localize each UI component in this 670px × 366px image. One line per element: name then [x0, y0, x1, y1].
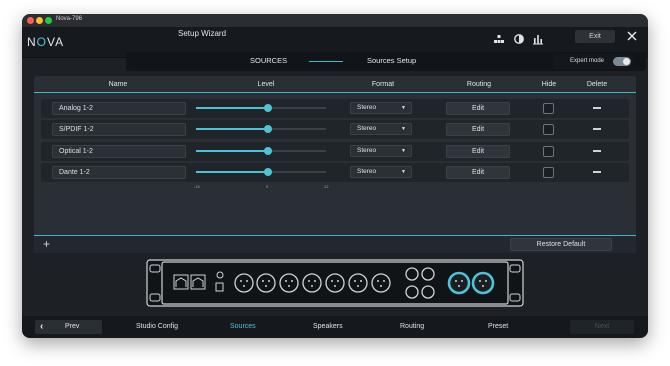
subnav-sources-setup[interactable]: Sources Setup	[367, 56, 416, 65]
wizard-footer: ‹ Prev Studio Config Sources Speakers Ro…	[22, 316, 648, 338]
table-row: Dante 1-2 -15 0 12 Stereo ▼ Edit	[41, 163, 629, 189]
format-value: Stereo	[357, 168, 377, 175]
delete-button[interactable]	[593, 128, 601, 130]
format-select[interactable]: Stereo ▼	[350, 166, 412, 178]
format-select[interactable]: Stereo ▼	[350, 123, 412, 135]
close-window-button[interactable]	[27, 17, 34, 24]
level-slider-thumb[interactable]	[264, 104, 273, 112]
window-title: Nova-796	[56, 16, 83, 22]
next-button[interactable]: Next	[570, 320, 634, 334]
routing-edit-button[interactable]: Edit	[446, 123, 510, 136]
zoom-window-button[interactable]	[45, 17, 52, 24]
hide-checkbox[interactable]	[543, 103, 554, 114]
format-value: Stereo	[357, 104, 377, 111]
level-slider[interactable]: -15 0 12	[194, 147, 328, 168]
hide-checkbox[interactable]	[543, 124, 554, 135]
dropdown-caret-icon: ▼	[401, 169, 406, 175]
source-name-field[interactable]: S/PDIF 1-2	[52, 123, 186, 136]
level-slider[interactable]: -15 0 12	[194, 104, 328, 125]
app-window: Nova-796 NOVA Setup Wizard Exit SOURCES …	[22, 14, 648, 338]
restore-default-button[interactable]: Restore Default	[510, 238, 612, 251]
add-source-button[interactable]: +	[43, 237, 50, 251]
source-name-field[interactable]: Analog 1-2	[52, 102, 186, 115]
source-name-field[interactable]: Optical 1-2	[52, 145, 186, 158]
delete-button[interactable]	[593, 107, 601, 109]
step-routing[interactable]: Routing	[400, 323, 424, 330]
level-slider-thumb[interactable]	[264, 125, 273, 133]
routing-edit-button[interactable]: Edit	[446, 145, 510, 158]
levels-icon[interactable]	[532, 33, 544, 45]
dropdown-caret-icon: ▼	[401, 148, 406, 154]
network-icon[interactable]	[493, 33, 505, 45]
level-slider-fill	[196, 150, 269, 152]
prev-label: Prev	[65, 323, 80, 330]
format-value: Stereo	[357, 125, 377, 132]
table-footer: + Restore Default	[34, 235, 636, 253]
table-row: Optical 1-2 -15 0 12 Stereo ▼ Edit	[41, 142, 629, 168]
brightness-icon[interactable]	[513, 33, 525, 45]
routing-edit-button[interactable]: Edit	[446, 102, 510, 115]
delete-button[interactable]	[593, 150, 601, 152]
header-hide: Hide	[541, 81, 557, 88]
expert-mode-control: Expert mode	[553, 54, 633, 69]
dropdown-caret-icon: ▼	[401, 105, 406, 111]
device-rear-panel	[146, 259, 524, 307]
hide-checkbox[interactable]	[543, 167, 554, 178]
subnav-sources[interactable]: SOURCES	[250, 56, 287, 65]
hide-checkbox[interactable]	[543, 146, 554, 157]
level-mid-tick: 0	[266, 184, 269, 189]
chevron-left-icon: ‹	[40, 321, 44, 332]
level-max-tick: 12	[324, 184, 329, 189]
dropdown-caret-icon: ▼	[401, 126, 406, 132]
minimize-window-button[interactable]	[36, 17, 43, 24]
format-value: Stereo	[357, 147, 377, 154]
delete-button[interactable]	[593, 171, 601, 173]
prev-button[interactable]: ‹ Prev	[35, 320, 102, 334]
toggle-knob	[623, 58, 630, 65]
level-slider[interactable]: -15 0 12	[194, 168, 328, 189]
level-slider-thumb[interactable]	[264, 168, 273, 176]
routing-edit-button[interactable]: Edit	[446, 166, 510, 179]
header-name: Name	[108, 81, 128, 88]
table-row: Analog 1-2 -15 0 12 Stereo ▼ Edit	[41, 99, 629, 125]
expert-mode-label: Expert mode	[570, 58, 605, 64]
header-level: Level	[257, 81, 275, 88]
subnav-divider	[309, 61, 343, 62]
exit-button[interactable]: Exit	[575, 30, 615, 43]
header-routing: Routing	[466, 81, 492, 88]
close-icon[interactable]	[625, 29, 639, 43]
header-format: Format	[371, 81, 395, 88]
header-delete: Delete	[586, 81, 608, 88]
step-preset[interactable]: Preset	[488, 323, 508, 330]
level-slider-fill	[196, 128, 269, 130]
level-slider[interactable]: -15 0 12	[194, 125, 328, 146]
page-title: Setup Wizard	[178, 29, 227, 38]
step-studio-config[interactable]: Studio Config	[136, 323, 178, 330]
nova-logo: NOVA	[27, 35, 65, 49]
format-select[interactable]: Stereo ▼	[350, 102, 412, 114]
step-sources[interactable]: Sources	[230, 323, 256, 330]
format-select[interactable]: Stereo ▼	[350, 145, 412, 157]
level-slider-fill	[196, 171, 269, 173]
table-row: S/PDIF 1-2 -15 0 12 Stereo ▼ Edit	[41, 120, 629, 146]
window-titlebar: Nova-796	[22, 14, 648, 27]
table-header: Name Level Format Routing Hide Delete	[34, 76, 636, 93]
level-slider-fill	[196, 107, 269, 109]
level-min-tick: -15	[194, 184, 200, 189]
step-speakers[interactable]: Speakers	[313, 323, 343, 330]
level-slider-thumb[interactable]	[264, 147, 273, 155]
sources-table: Name Level Format Routing Hide Delete An…	[34, 76, 636, 253]
source-name-field[interactable]: Dante 1-2	[52, 166, 186, 179]
expert-mode-toggle[interactable]	[613, 57, 631, 66]
